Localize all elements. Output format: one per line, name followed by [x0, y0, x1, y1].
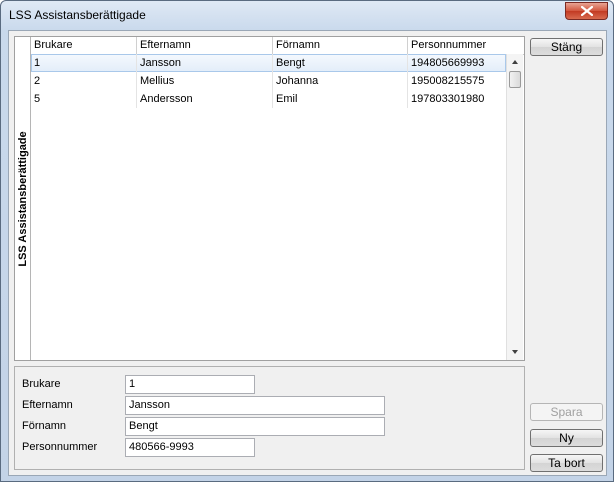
column-header-fornamn[interactable]: Förnamn — [273, 37, 408, 54]
scroll-thumb[interactable] — [509, 71, 521, 88]
cell-efternamn: Jansson — [137, 54, 273, 72]
cell-brukare: 1 — [31, 54, 137, 72]
app-window: LSS Assistansberättigade LSS Assistansbe… — [0, 0, 614, 482]
scroll-down-button[interactable] — [507, 343, 523, 360]
cell-brukare: 5 — [31, 90, 137, 108]
title-bar: LSS Assistansberättigade — [1, 1, 613, 29]
grid-header: Brukare Efternamn Förnamn Personnummer — [31, 37, 524, 55]
window-title: LSS Assistansberättigade — [9, 8, 146, 22]
brukare-field[interactable]: 1 — [125, 375, 255, 394]
cell-personnummer: 197803301980 — [411, 93, 485, 105]
window-close-button[interactable] — [565, 2, 608, 20]
efternamn-label: Efternamn — [22, 399, 73, 411]
save-button[interactable]: Spara — [530, 403, 603, 421]
detail-form: Brukare 1 Efternamn Jansson Förnamn Beng… — [14, 366, 525, 470]
column-header-personnummer[interactable]: Personnummer — [408, 37, 524, 54]
grid-panel: LSS Assistansberättigade Brukare Efterna… — [14, 36, 525, 361]
cell-efternamn: Mellius — [137, 72, 273, 90]
cell-fornamn: Bengt — [273, 54, 408, 72]
close-icon — [581, 6, 593, 16]
client-area: LSS Assistansberättigade Brukare Efterna… — [8, 30, 607, 476]
scroll-up-button[interactable] — [507, 54, 523, 71]
cell-efternamn: Andersson — [137, 90, 273, 108]
brukare-label: Brukare — [22, 378, 61, 390]
new-button[interactable]: Ny — [530, 429, 603, 447]
grid-vertical-scrollbar[interactable] — [506, 54, 523, 360]
cell-personnummer: 195008215575 — [411, 75, 485, 87]
table-row[interactable]: 2 Mellius Johanna 195008215575 — [31, 72, 506, 90]
table-row[interactable]: 5 Andersson Emil 197803301980 — [31, 90, 506, 108]
cell-fornamn: Johanna — [273, 72, 408, 90]
cell-fornamn: Emil — [273, 90, 408, 108]
close-button[interactable]: Stäng — [530, 38, 603, 56]
fornamn-field[interactable]: Bengt — [125, 417, 385, 436]
personnummer-label: Personnummer — [22, 441, 98, 453]
grid-caption-text: LSS Assistansberättigade — [16, 130, 29, 267]
cell-personnummer: 194805669993 — [411, 57, 485, 69]
grid-caption: LSS Assistansberättigade — [15, 37, 31, 360]
personnummer-field[interactable]: 480566-9993 — [125, 438, 255, 457]
efternamn-field[interactable]: Jansson — [125, 396, 385, 415]
data-grid[interactable]: Brukare Efternamn Förnamn Personnummer 1… — [31, 37, 524, 360]
arrow-down-icon — [512, 350, 518, 354]
cell-brukare: 2 — [31, 72, 137, 90]
arrow-up-icon — [512, 60, 518, 64]
column-header-brukare[interactable]: Brukare — [31, 37, 137, 54]
fornamn-label: Förnamn — [22, 420, 67, 432]
column-header-efternamn[interactable]: Efternamn — [137, 37, 273, 54]
table-row[interactable]: 1 Jansson Bengt 194805669993 — [31, 54, 506, 72]
delete-button[interactable]: Ta bort — [530, 454, 603, 472]
